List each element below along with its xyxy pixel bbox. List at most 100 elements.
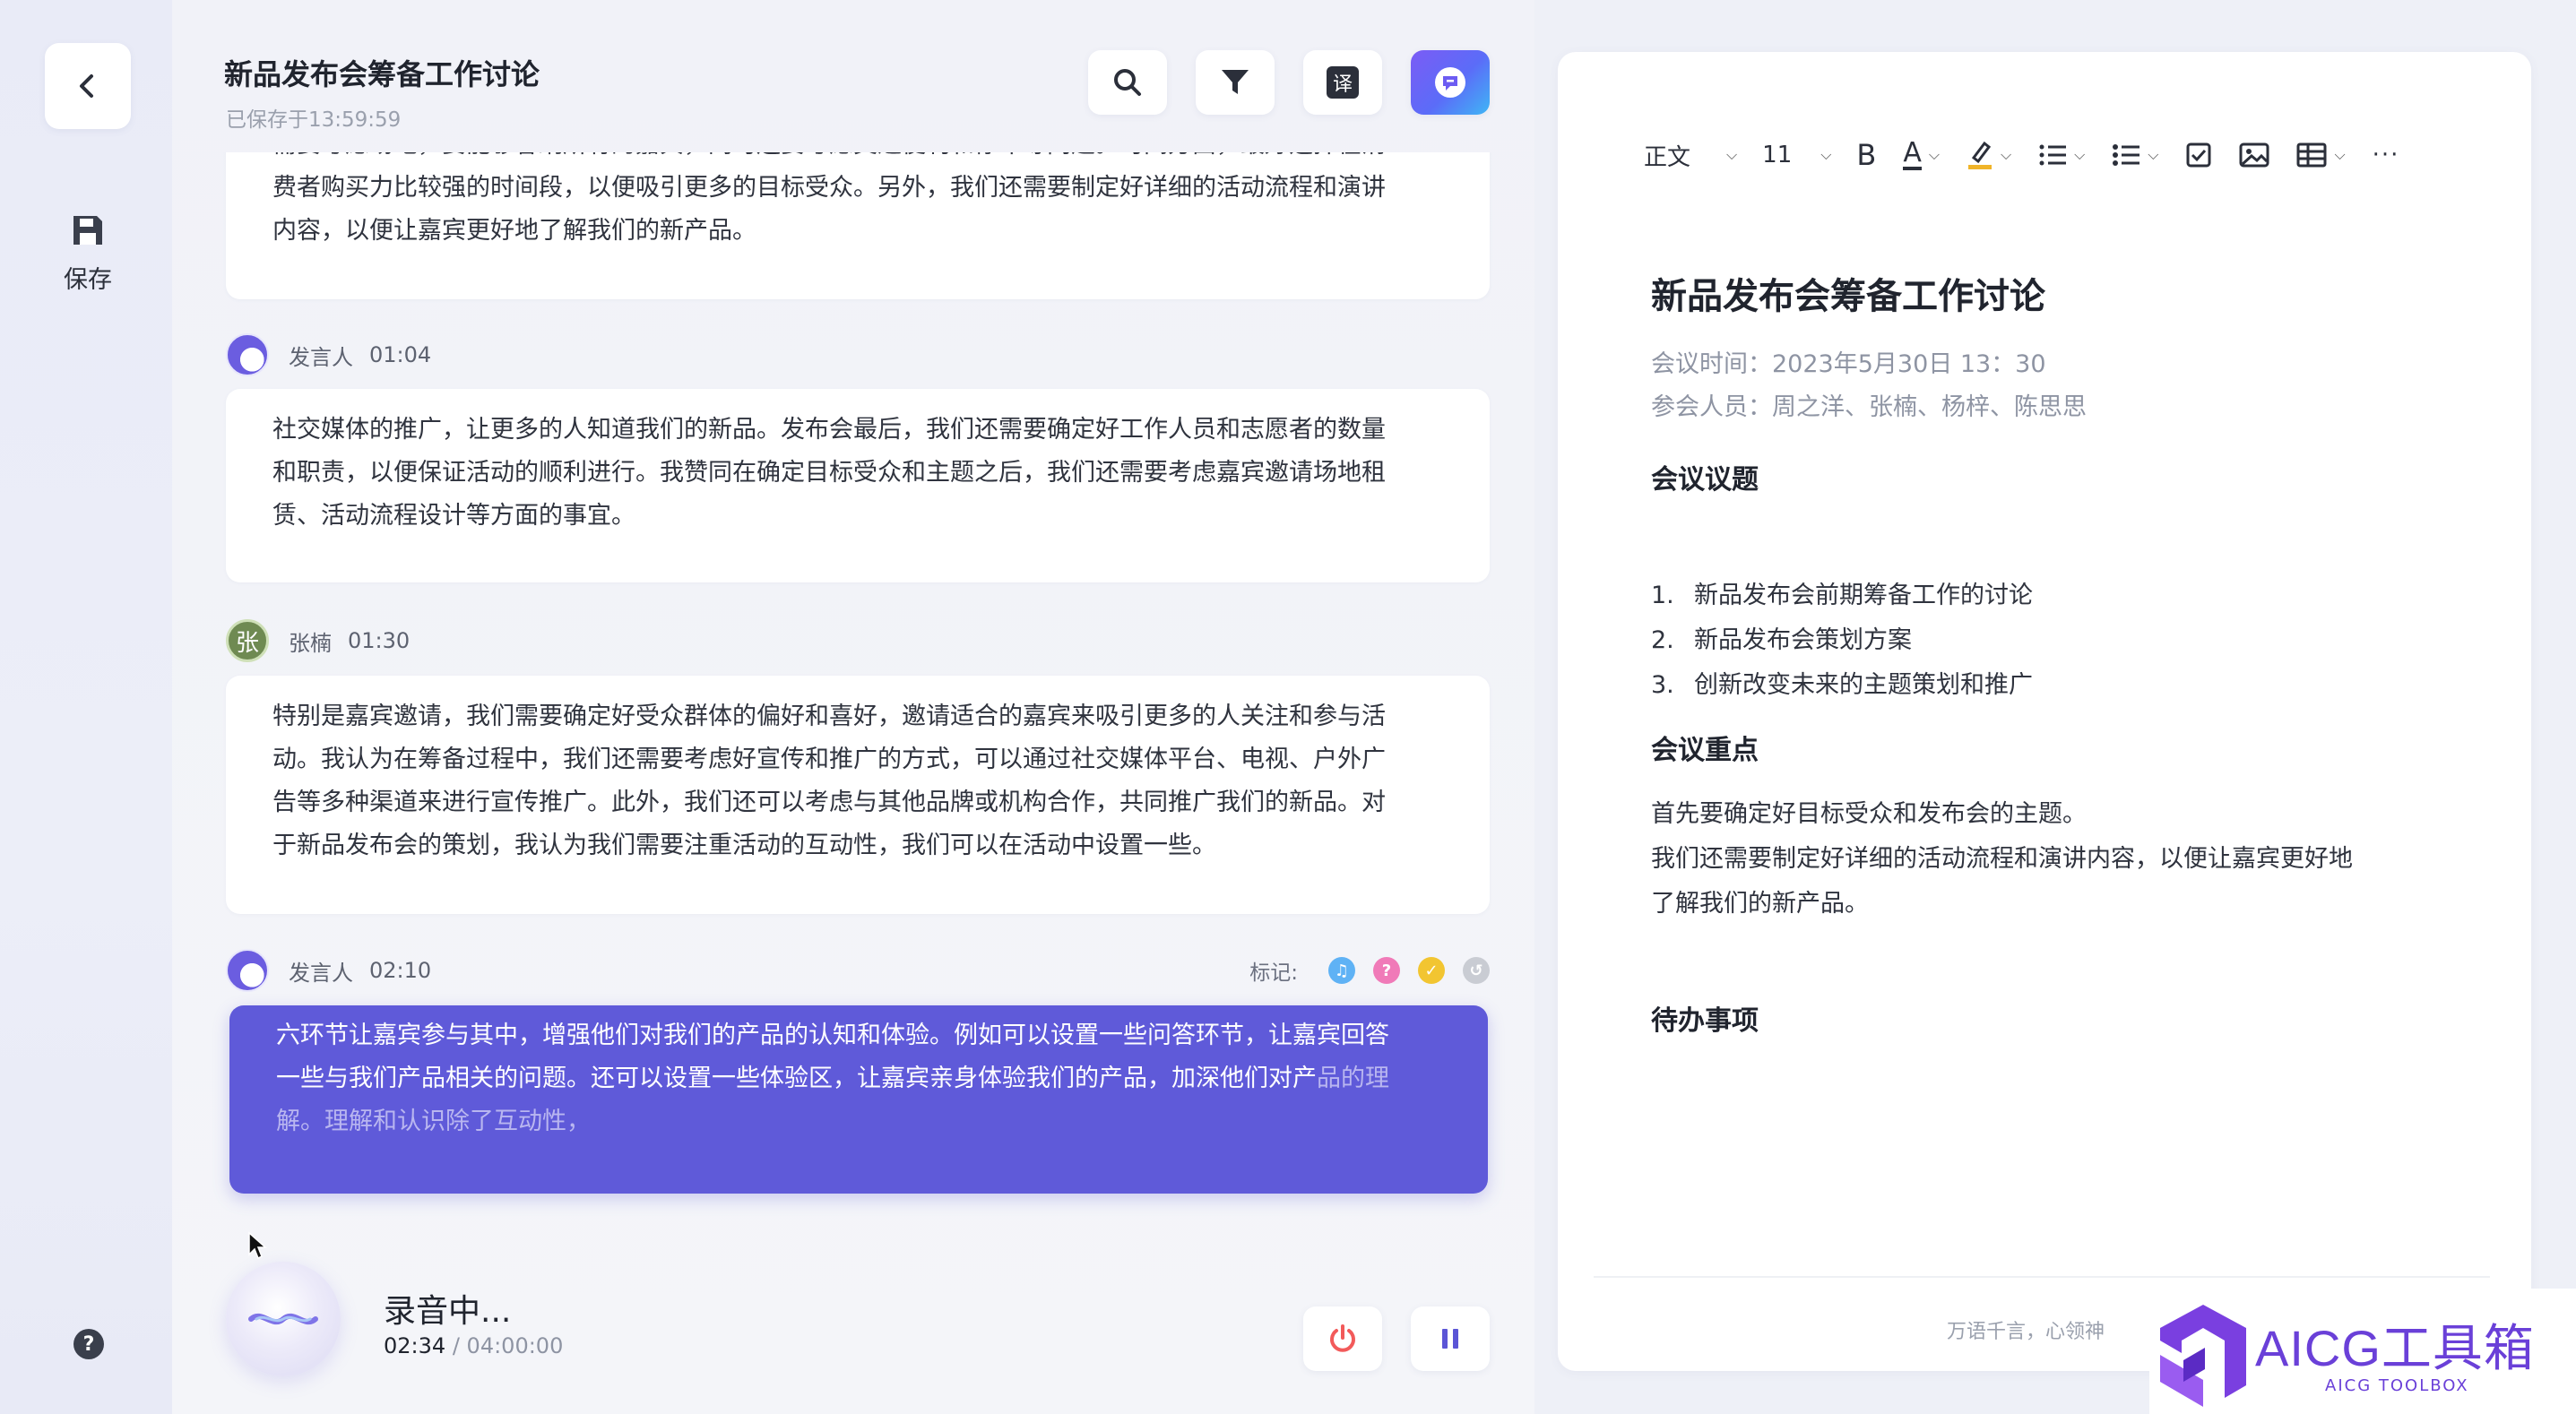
- translate-icon: 译: [1327, 66, 1359, 99]
- stop-recording-button[interactable]: [1303, 1306, 1382, 1371]
- active-transcript-card: 六环节让嘉宾参与其中，增强他们对我们的产品的认知和体验。例如可以设置一些问答环节…: [229, 1005, 1488, 1194]
- paragraph-line: 我们还需要制定好详细的活动流程和演讲内容，以便让嘉宾更好地: [1651, 845, 2353, 873]
- saved-status: 已保存于13:59:59: [226, 108, 402, 132]
- ai-assistant-icon: [1435, 67, 1465, 98]
- speaker-time: 01:30: [348, 628, 411, 653]
- list-item: 1. 新品发布会前期筹备工作的讨论: [1651, 573, 2033, 618]
- translate-button[interactable]: 译: [1303, 50, 1382, 115]
- paragraph-line: 首先要确定好目标受众和发布会的主题。: [1651, 800, 2087, 828]
- mouse-cursor-icon: [248, 1231, 267, 1260]
- check-mark-icon[interactable]: ✓: [1418, 957, 1445, 984]
- bullet-list-button[interactable]: ⌵: [2112, 142, 2158, 168]
- transcript-line: 和职责，以便保证活动的顺利进行。我赞同在确定目标受众和主题之后，我们还需要考虑嘉…: [272, 459, 1386, 487]
- filter-button[interactable]: [1196, 50, 1275, 115]
- ai-assistant-button[interactable]: [1411, 50, 1490, 115]
- time-separator: /: [452, 1333, 460, 1358]
- pause-icon: [1442, 1329, 1458, 1349]
- power-icon: [1330, 1324, 1355, 1352]
- editor-title[interactable]: 新品发布会筹备工作讨论: [1651, 267, 2045, 319]
- agenda-list: 1. 新品发布会前期筹备工作的讨论 2. 新品发布会策划方案 3. 创新改变未来的主题…: [1651, 573, 2033, 708]
- marks-label: 标记:: [1249, 961, 1298, 985]
- ordered-list-icon: [2039, 144, 2067, 166]
- speaker-row: 发言人 01:04: [226, 332, 431, 377]
- bold-button[interactable]: B: [1856, 138, 1876, 172]
- ordered-list-button[interactable]: ⌵: [2038, 142, 2085, 168]
- page-title: 新品发布会筹备工作讨论: [224, 57, 540, 91]
- list-item: 3. 创新改变未来的主题策划和推广: [1651, 663, 2033, 708]
- paragraph-style-select[interactable]: 正文 ⌵: [1644, 139, 1737, 172]
- highlighter-icon: [1968, 141, 1993, 169]
- chevron-down-icon: ⌵: [2148, 146, 2159, 163]
- transcript-line: 一些与我们产品相关的问题。还可以设置一些体验区，让嘉宾亲身体验我们的产品，加深他…: [276, 1057, 1434, 1100]
- font-size-select[interactable]: 11 ⌵: [1762, 142, 1831, 168]
- list-text: 新品发布会策划方案: [1694, 626, 1912, 654]
- font-color-button[interactable]: A ⌵: [1903, 140, 1940, 170]
- paragraph-style-value: 正文: [1644, 143, 1691, 171]
- todo-heading: 待办事项: [1651, 1005, 1759, 1037]
- keypoints-text: 首先要确定好目标受众和发布会的主题。 我们还需要制定好详细的活动流程和演讲内容，…: [1651, 792, 2353, 927]
- transcript-line: 赁、活动流程设计等方面的事宜。: [272, 502, 635, 530]
- list-text: 创新改变未来的主题策划和推广: [1694, 671, 2033, 699]
- meeting-attendees: 参会人员：周之洋、张楠、杨梓、陈思思: [1651, 393, 2087, 421]
- checklist-button[interactable]: [2185, 142, 2212, 168]
- insert-table-button[interactable]: ⌵: [2296, 142, 2346, 168]
- back-button[interactable]: [45, 43, 131, 129]
- image-icon: [2239, 142, 2269, 168]
- transcript-line: 需要考虑场地，要能够容纳所有的嘉宾，同时还要考虑交通便利和停车等问题。时间方面，…: [272, 152, 1436, 167]
- chevron-left-icon: [80, 74, 93, 98]
- transcript-card: 特别是嘉宾邀请，我们需要确定好受众群体的偏好和喜好，邀请适合的嘉宾来吸引更多的人…: [226, 676, 1490, 914]
- chevron-down-icon: ⌵: [1726, 146, 1738, 163]
- checkbox-icon: [2186, 142, 2211, 168]
- transcript-line: 于新品发布会的策划，我认为我们需要注重活动的互动性，我们可以在活动中设置一些。: [272, 832, 1216, 859]
- font-color-icon: A: [1903, 137, 1922, 170]
- avatar: 张: [226, 619, 269, 662]
- transcript-line: 社交媒体的推广，让更多的人知道我们的新品。发布会最后，我们还需要确定好工作人员和…: [272, 416, 1386, 444]
- waveform-icon: [248, 1313, 318, 1325]
- speaker-name: 发言人: [289, 344, 353, 370]
- list-text: 新品发布会前期筹备工作的讨论: [1694, 582, 2033, 609]
- transcript-text: 一些与我们产品相关的问题。还可以设置一些体验区，让嘉宾亲身体验我们的产品，加深他…: [276, 1065, 1317, 1092]
- question-mark-icon[interactable]: ?: [1373, 957, 1400, 984]
- highlight-button[interactable]: ⌵: [1967, 140, 2011, 170]
- search-icon: [1114, 69, 1141, 96]
- transcript-card: 社交媒体的推广，让更多的人知道我们的新品。发布会最后，我们还需要确定好工作人员和…: [226, 389, 1490, 582]
- list-item: 2. 新品发布会策划方案: [1651, 618, 2033, 663]
- transcript-card: 需要考虑场地，要能够容纳所有的嘉宾，同时还要考虑交通便利和停车等问题。时间方面，…: [226, 152, 1490, 299]
- divider: [1594, 1276, 2490, 1278]
- transcript-pending-text: 品的理: [1317, 1065, 1389, 1092]
- search-button[interactable]: [1088, 50, 1167, 115]
- notes-editor[interactable]: 正文 ⌵ 11 ⌵ B A ⌵ ⌵ ⌵ ⌵ ⌵ ··· 新品发布会筹备工作讨论 …: [1558, 52, 2531, 1371]
- chevron-down-icon: ⌵: [2001, 146, 2012, 163]
- total-time: 04:00:00: [466, 1333, 564, 1358]
- chevron-down-icon: ⌵: [1928, 146, 1941, 163]
- pause-recording-button[interactable]: [1411, 1306, 1490, 1371]
- transcript-scroll-area[interactable]: 需要考虑场地，要能够容纳所有的嘉宾，同时还要考虑交通便利和停车等问题。时间方面，…: [0, 152, 1534, 1228]
- agenda-heading: 会议议题: [1651, 464, 1759, 496]
- avatar: [226, 949, 269, 992]
- recording-orb: [226, 1262, 341, 1376]
- recording-time: 02:34 / 04:00:00: [384, 1333, 563, 1358]
- paragraph-line: 了解我们的新产品。: [1651, 890, 1869, 918]
- transcript-line: 特别是嘉宾邀请，我们需要确定好受众群体的偏好和喜好，邀请适合的嘉宾来吸引更多的人…: [272, 703, 1386, 730]
- undo-mark-icon[interactable]: ↺: [1463, 957, 1490, 984]
- bullet-list-icon: [2113, 144, 2140, 166]
- help-icon[interactable]: ?: [73, 1329, 104, 1359]
- chevron-down-icon: ⌵: [1820, 146, 1832, 163]
- recording-status: 录音中...: [384, 1293, 512, 1330]
- list-number: 2.: [1651, 626, 1674, 654]
- speaker-name: 发言人: [289, 960, 353, 986]
- speaker-row: 发言人 02:10 标记: ♫ ? ✓ ↺: [226, 948, 1490, 993]
- list-number: 3.: [1651, 671, 1674, 699]
- editor-toolbar: 正文 ⌵ 11 ⌵ B A ⌵ ⌵ ⌵ ⌵ ⌵ ···: [1644, 133, 2426, 177]
- transcript-line: 内容，以便让嘉宾更好地了解我们的新产品。: [272, 217, 756, 245]
- more-options-icon[interactable]: ···: [2373, 142, 2400, 168]
- speaker-time: 02:10: [369, 958, 432, 983]
- speaker-name: 张楠: [289, 630, 332, 656]
- aicg-logo-icon: [2160, 1305, 2246, 1407]
- bell-mark-icon[interactable]: ♫: [1328, 957, 1355, 984]
- keypoints-heading: 会议重点: [1651, 735, 1759, 766]
- chevron-down-icon: ⌵: [2074, 146, 2086, 163]
- insert-image-button[interactable]: [2239, 142, 2269, 168]
- mark-toolbar: 标记: ♫ ? ✓ ↺: [1249, 955, 1490, 986]
- watermark-subtext: AICG TOOLBOX: [2325, 1376, 2469, 1395]
